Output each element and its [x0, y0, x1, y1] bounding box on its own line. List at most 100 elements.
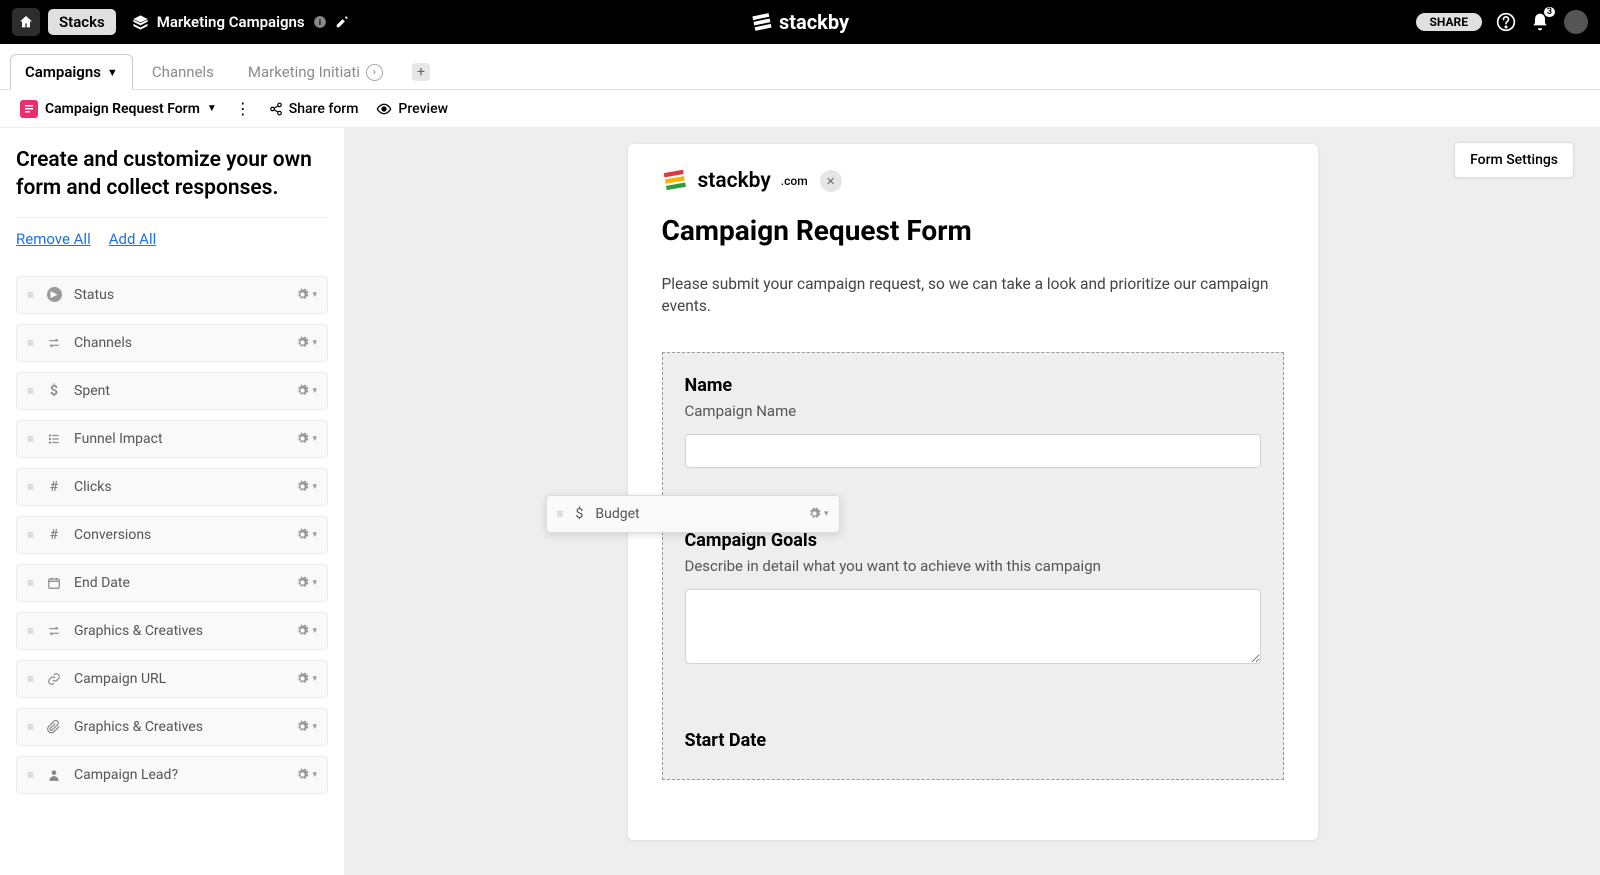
drag-handle-icon: ≡ — [27, 384, 34, 398]
home-icon — [18, 14, 34, 30]
field-settings-button[interactable]: ▾ — [296, 576, 317, 589]
field-chip[interactable]: ≡Channels▾ — [16, 324, 328, 362]
gear-icon — [296, 480, 309, 493]
brand-text: stackby — [779, 10, 849, 34]
main: Create and customize your own form and c… — [0, 128, 1600, 875]
field-chip-label: Funnel Impact — [74, 431, 163, 447]
field-chip[interactable]: ≡End Date▾ — [16, 564, 328, 602]
swap-icon — [46, 624, 62, 638]
overflow-arrow-icon[interactable]: › — [366, 64, 383, 81]
form-title[interactable]: Campaign Request Form — [662, 214, 1284, 247]
form-description[interactable]: Please submit your campaign request, so … — [662, 273, 1284, 318]
chevron-down-icon: ▾ — [312, 338, 317, 348]
field-settings-button[interactable]: ▾ — [808, 507, 829, 520]
form-field-campaign-goals[interactable]: Campaign Goals Describe in detail what y… — [685, 530, 1261, 668]
name-input[interactable] — [685, 434, 1261, 468]
drag-handle-icon: ≡ — [27, 288, 34, 302]
field-settings-button[interactable]: ▾ — [296, 528, 317, 541]
preview-button[interactable]: Preview — [376, 101, 448, 117]
drag-handle-icon: ≡ — [27, 624, 34, 638]
dragging-field-label: Budget — [595, 506, 639, 522]
drop-zone[interactable]: ≡ $ Budget ▾ Name Campaign Name Campaign… — [662, 352, 1284, 780]
view-name-dropdown[interactable]: Campaign Request Form ▼ — [20, 100, 217, 118]
chevron-down-icon: ▾ — [312, 386, 317, 396]
person-icon — [46, 768, 62, 782]
field-settings-button[interactable]: ▾ — [296, 480, 317, 493]
form-settings-button[interactable]: Form Settings — [1454, 142, 1574, 178]
campaign-goals-textarea[interactable] — [685, 589, 1261, 664]
gear-icon — [296, 624, 309, 637]
chevron-down-icon: ▼ — [207, 103, 217, 114]
view-toolbar: Campaign Request Form ▼ ⋮ Share form Pre… — [0, 90, 1600, 128]
field-settings-button[interactable]: ▾ — [296, 336, 317, 349]
field-chip[interactable]: ≡#Clicks▾ — [16, 468, 328, 506]
form-card: stackby.com ✕ Campaign Request Form Plea… — [628, 144, 1318, 840]
dragging-field-chip[interactable]: ≡ $ Budget ▾ — [546, 495, 840, 533]
field-settings-button[interactable]: ▾ — [296, 288, 317, 301]
field-settings-button[interactable]: ▾ — [296, 768, 317, 781]
drag-handle-icon: ≡ — [27, 528, 34, 542]
svg-text:i: i — [319, 17, 321, 27]
drag-handle-icon: ≡ — [557, 507, 564, 521]
field-settings-button[interactable]: ▾ — [296, 720, 317, 733]
brand-logo: stackby — [751, 10, 849, 34]
tab-campaigns[interactable]: Campaigns ▼ — [10, 54, 133, 90]
field-chip[interactable]: ≡$Spent▾ — [16, 372, 328, 410]
field-sublabel: Campaign Name — [685, 402, 1261, 420]
home-button[interactable] — [12, 8, 40, 36]
field-settings-button[interactable]: ▾ — [296, 624, 317, 637]
form-view-icon — [20, 100, 38, 118]
notifications-button[interactable]: 3 — [1530, 12, 1550, 32]
chevron-down-icon: ▼ — [107, 66, 118, 79]
preview-label: Preview — [398, 101, 448, 117]
more-menu-button[interactable]: ⋮ — [235, 99, 251, 118]
field-chip-label: Status — [74, 287, 114, 303]
field-chip[interactable]: ≡Graphics & Creatives▾ — [16, 708, 328, 746]
chevron-down-icon: ▾ — [312, 434, 317, 444]
add-tab-button[interactable]: + — [412, 63, 430, 81]
form-field-name[interactable]: Name Campaign Name — [685, 375, 1261, 468]
tabs-row: Campaigns ▼ Channels Marketing Initiati … — [0, 44, 1600, 90]
drag-handle-icon: ≡ — [27, 336, 34, 350]
field-list: ≡▶Status▾≡Channels▾≡$Spent▾≡Funnel Impac… — [16, 276, 328, 794]
field-chip[interactable]: ≡ ▶ Status ▾ — [16, 276, 328, 314]
share-button[interactable]: SHARE — [1416, 13, 1482, 31]
remove-logo-button[interactable]: ✕ — [820, 170, 842, 192]
field-sublabel: Describe in detail what you want to achi… — [685, 557, 1261, 575]
field-settings-button[interactable]: ▾ — [296, 672, 317, 685]
field-chip[interactable]: ≡Graphics & Creatives▾ — [16, 612, 328, 650]
topbar: Stacks Marketing Campaigns i stackby SHA… — [0, 0, 1600, 44]
drag-handle-icon: ≡ — [27, 672, 34, 686]
gear-icon — [296, 336, 309, 349]
help-icon[interactable] — [1496, 12, 1516, 32]
attach-icon — [46, 720, 62, 734]
field-chip[interactable]: ≡Funnel Impact▾ — [16, 420, 328, 458]
tab-marketing-initiati[interactable]: Marketing Initiati › — [233, 54, 398, 89]
form-field-start-date[interactable]: Start Date — [685, 730, 1261, 751]
gear-icon — [296, 576, 309, 589]
gear-icon — [296, 720, 309, 733]
add-all-link[interactable]: Add All — [109, 230, 157, 248]
field-chip[interactable]: ≡Campaign URL▾ — [16, 660, 328, 698]
hash-icon: # — [46, 479, 62, 495]
field-label: Name — [685, 375, 1261, 396]
avatar[interactable] — [1564, 10, 1588, 34]
gear-icon — [296, 384, 309, 397]
stacks-button[interactable]: Stacks — [48, 9, 116, 35]
field-chip-label: Clicks — [74, 479, 112, 495]
remove-all-link[interactable]: Remove All — [16, 230, 91, 248]
dot-icon: ▶ — [46, 287, 62, 302]
edit-icon[interactable] — [335, 15, 349, 29]
field-chip[interactable]: ≡Campaign Lead?▾ — [16, 756, 328, 794]
field-chip[interactable]: ≡#Conversions▾ — [16, 516, 328, 554]
dollar-icon: $ — [576, 506, 584, 522]
tab-channels[interactable]: Channels — [137, 54, 229, 89]
info-icon[interactable]: i — [313, 15, 327, 29]
field-chip-label: Campaign Lead? — [74, 767, 178, 783]
field-chip-label: Graphics & Creatives — [74, 719, 203, 735]
sidebar: Create and customize your own form and c… — [0, 128, 345, 875]
field-settings-button[interactable]: ▾ — [296, 384, 317, 397]
share-form-button[interactable]: Share form — [269, 101, 359, 117]
field-settings-button[interactable]: ▾ — [296, 432, 317, 445]
calendar-icon — [46, 576, 62, 590]
